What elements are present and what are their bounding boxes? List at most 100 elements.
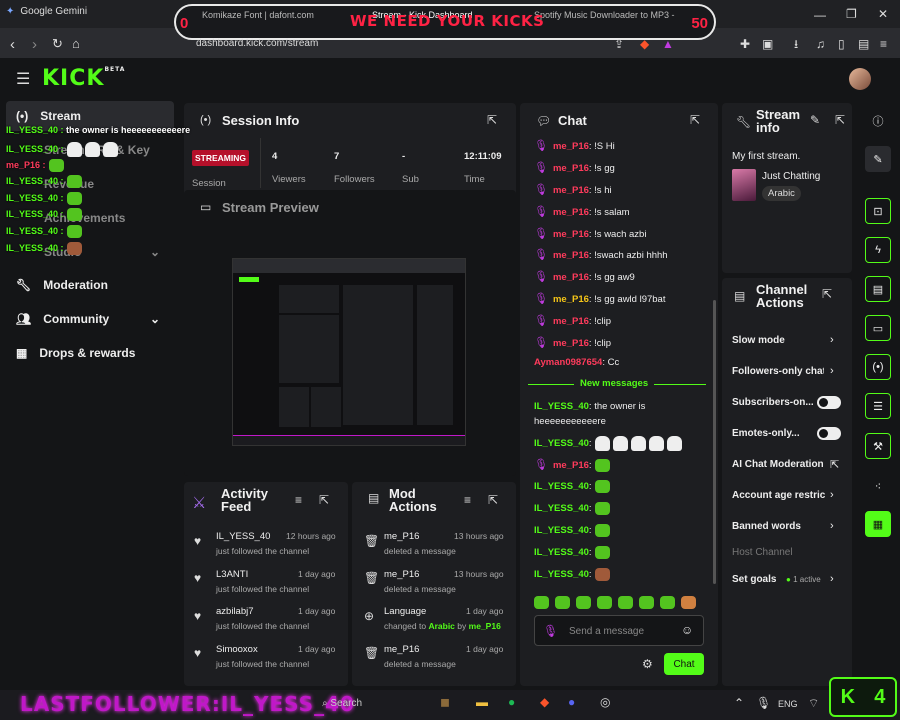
chevron-right-icon[interactable]: › — [830, 365, 834, 377]
preview-taskbar — [233, 435, 465, 445]
emoji-icon[interactable]: ☺ — [681, 623, 693, 637]
sidebar-toggle-icon[interactable]: ▯ — [838, 38, 845, 50]
rewards-icon[interactable]: ▲ — [662, 38, 674, 50]
tray-up-icon[interactable]: ⌃ — [734, 697, 744, 709]
activity-desc: just followed the channel — [216, 621, 310, 631]
popout-icon[interactable]: ⇱ — [690, 114, 700, 126]
subscribers-only-toggle[interactable] — [817, 396, 841, 409]
address-bar[interactable]: dashboard.kick.com/stream — [196, 38, 318, 49]
chat-message: 🎙︎ me_P16: !s salam — [534, 206, 630, 218]
popout-icon[interactable]: ⇱ — [319, 494, 329, 506]
stat-value: 4 — [272, 151, 278, 162]
minimize-icon[interactable]: — — [814, 9, 826, 21]
menu-icon[interactable]: ≡ — [880, 38, 887, 50]
chat-icon[interactable]: ▭ — [865, 315, 891, 341]
discord-icon[interactable]: ● — [568, 696, 575, 708]
clapper-icon[interactable]: ▦ — [865, 511, 891, 537]
home-icon[interactable]: ⌂ — [72, 37, 80, 50]
taskbar-app-icon[interactable]: ◼ — [440, 696, 450, 708]
language-indicator[interactable]: ENG — [778, 699, 798, 709]
wrench-icon[interactable]: ⚒ — [865, 433, 891, 459]
popout-icon[interactable]: ⇱ — [488, 494, 498, 506]
chat-message: 🎙︎ me_P16: — [534, 458, 610, 472]
forward-icon[interactable]: › — [32, 37, 37, 52]
mic-icon: 🎙︎ — [534, 228, 548, 240]
taskbar-search[interactable]: ⌕ Search — [322, 698, 362, 709]
sidebar-item-drops[interactable]: ▦ Drops & rewards — [6, 338, 174, 368]
tab-gemini[interactable]: ✦ Google Gemini — [6, 6, 87, 17]
tab-spotify[interactable]: Spotify Music Downloader to MP3 - — [534, 10, 684, 20]
music-icon[interactable]: ♫ — [816, 38, 825, 50]
wallet2-icon[interactable]: ▤ — [858, 38, 869, 50]
chevron-right-icon[interactable]: › — [830, 334, 834, 346]
mic-tray-icon[interactable]: 🎙︎ — [756, 697, 771, 709]
info-icon[interactable]: ⓘ — [865, 108, 891, 134]
kick-logo[interactable]: KICKBETA — [42, 66, 125, 91]
filter-icon[interactable]: ≡ — [464, 494, 471, 506]
popout-icon[interactable]: ⇱ — [487, 114, 497, 126]
action-emotes-only[interactable]: Emotes-only... — [732, 428, 800, 439]
status-badge: STREAMING — [192, 150, 249, 166]
action-account-age[interactable]: Account age restric — [732, 490, 825, 501]
mod-name: me_P16 — [384, 569, 420, 580]
brave-shield-icon[interactable]: ◆ — [640, 38, 649, 50]
reload-icon[interactable]: ↻ — [52, 37, 63, 50]
emote-bar[interactable] — [534, 594, 704, 610]
chevron-right-icon[interactable]: › — [830, 489, 834, 501]
close-window-icon[interactable]: ✕ — [878, 8, 888, 20]
popout-icon[interactable]: ⇱ — [822, 288, 832, 300]
tab-dafont[interactable]: Komikaze Font | dafont.com — [202, 10, 342, 20]
download-icon[interactable]: ⭳ — [794, 38, 798, 50]
popout-icon[interactable]: ⇱ — [835, 114, 845, 126]
sidebar-item-moderation[interactable]: 🔧︎ Moderation — [6, 270, 174, 300]
extensions-icon[interactable]: ✚ — [740, 38, 750, 50]
action-ai-moderation[interactable]: AI Chat Moderation — [732, 459, 824, 470]
stream-info-title-2: info — [756, 120, 780, 135]
share-icon[interactable]: ⇪ — [614, 38, 624, 50]
back-icon[interactable]: ‹ — [10, 37, 15, 52]
stream-preview-video[interactable] — [232, 258, 466, 446]
wallet-icon[interactable]: ▣ — [762, 38, 773, 50]
avatar[interactable] — [849, 68, 871, 90]
document-icon: ▤ — [368, 491, 380, 505]
capture-icon[interactable]: ⊡ — [865, 198, 891, 224]
external-link-icon[interactable]: ⇱ — [830, 458, 839, 471]
ghost-emote — [594, 436, 610, 451]
chevron-right-icon[interactable]: › — [830, 520, 834, 532]
action-slow-mode[interactable]: Slow mode — [732, 335, 785, 346]
mod-name: Language — [384, 606, 427, 617]
action-set-goals[interactable]: Set goals — [732, 574, 776, 585]
action-followers-only[interactable]: Followers-only chat — [732, 366, 824, 377]
sidebar-item-community[interactable]: 👥︎ Community ⌄ — [6, 304, 174, 334]
wifi-icon[interactable]: ⌔ — [808, 697, 819, 709]
edit-icon[interactable]: ✎ — [810, 114, 820, 126]
obs-icon[interactable]: ◎ — [600, 696, 610, 708]
folder-icon[interactable]: ▬ — [476, 696, 488, 708]
maximize-icon[interactable]: ❐ — [846, 8, 857, 20]
kicks-counter-left: 0 — [180, 15, 189, 32]
send-chat-button[interactable]: Chat — [664, 653, 704, 675]
broadcast-icon: (•) — [200, 114, 212, 126]
chat-message: 🎙︎ me_P16: !s gg — [534, 162, 615, 174]
stack-icon[interactable]: ☰ — [865, 393, 891, 419]
chat-input[interactable]: 🎙︎ Send a message ☺ — [534, 615, 704, 646]
settings-gear-icon[interactable]: ⚙ — [642, 658, 653, 670]
brave-icon[interactable]: ◆ — [540, 696, 549, 708]
chat-scrollbar[interactable] — [713, 300, 716, 584]
hamburger-icon[interactable]: ☰ — [16, 72, 30, 88]
chevron-right-icon[interactable]: › — [830, 573, 834, 585]
lightning-icon[interactable]: ϟ — [865, 237, 891, 263]
mic-icon[interactable]: 🎙︎ — [543, 624, 558, 638]
emotes-only-toggle[interactable] — [817, 427, 841, 440]
action-subscribers-only[interactable]: Subscribers-on... — [732, 397, 814, 408]
action-banned-words[interactable]: Banned words — [732, 521, 801, 532]
dots-icon[interactable]: ⁖ — [865, 473, 891, 499]
ghost-emote — [66, 142, 82, 157]
activity-time: 1 day ago — [298, 644, 336, 654]
heart-icon: ♥ — [194, 571, 202, 585]
broadcast-icon[interactable]: (•) — [865, 354, 891, 380]
notes-icon[interactable]: ▤ — [865, 276, 891, 302]
spotify-icon[interactable]: ● — [508, 696, 515, 708]
edit-icon[interactable]: ✎ — [865, 146, 891, 172]
filter-icon[interactable]: ≡ — [295, 494, 302, 506]
